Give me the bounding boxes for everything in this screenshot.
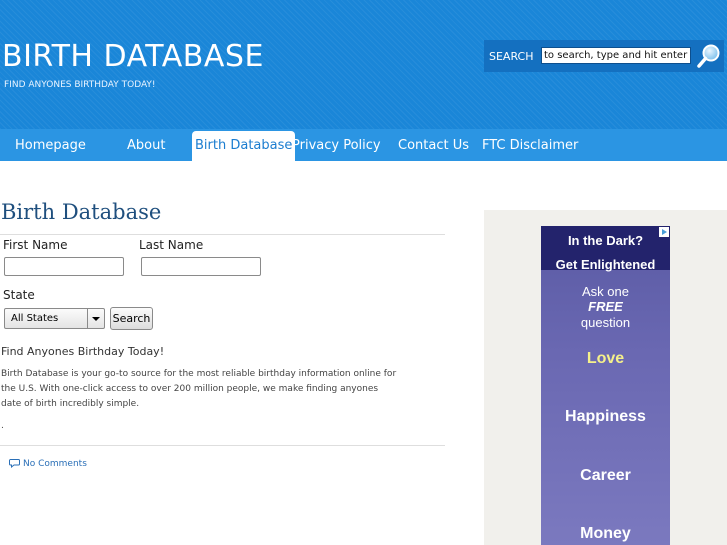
nav-ftc-disclaimer[interactable]: FTC Disclaimer <box>482 129 578 161</box>
nav-privacy-policy[interactable]: Privacy Policy <box>292 129 381 161</box>
post-divider <box>0 445 445 446</box>
first-name-label: First Name <box>3 238 68 252</box>
sidebar: In the Dark? Get Enlightened Ask one FRE… <box>484 210 727 545</box>
trailing-dot: . <box>1 421 4 431</box>
page-title: Birth Database <box>1 200 162 224</box>
intro-text: Find Anyones Birthday Today! <box>1 345 165 358</box>
ad-headline-2: Get Enlightened <box>555 257 656 272</box>
first-name-field[interactable] <box>4 257 124 276</box>
description-text: Birth Database is your go-to source for … <box>1 369 397 409</box>
nav-homepage[interactable]: Homepage <box>15 129 86 161</box>
site-tagline: FIND ANYONES BIRTHDAY TODAY! <box>4 80 156 90</box>
ad-headline-1: In the Dark? <box>567 233 644 248</box>
ad-topic-money: Money <box>580 525 631 542</box>
header-search: SEARCH <box>484 40 724 72</box>
ad-ask-line-3: question <box>580 315 631 330</box>
search-input[interactable] <box>541 47 691 64</box>
ad-topic-happiness: Happiness <box>565 408 646 425</box>
main-nav: Homepage About Birth Database Privacy Po… <box>0 129 727 161</box>
sidebar-ad[interactable]: In the Dark? Get Enlightened Ask one FRE… <box>541 226 670 545</box>
last-name-label: Last Name <box>139 238 204 252</box>
ad-topic-love: Love <box>586 350 625 367</box>
ad-topic-career: Career <box>580 467 631 484</box>
site-title[interactable]: BIRTH DATABASE <box>2 40 264 74</box>
search-label: SEARCH <box>489 50 534 63</box>
ad-ask-line-1: Ask one <box>582 284 629 299</box>
title-divider <box>0 234 445 235</box>
nav-contact-us[interactable]: Contact Us <box>398 129 469 161</box>
last-name-field[interactable] <box>141 257 261 276</box>
ad-ask-line-2: FREE <box>588 299 623 314</box>
magnifier-icon <box>697 44 720 68</box>
chevron-down-icon <box>87 309 104 328</box>
state-select-value: All States <box>11 313 59 324</box>
comments-link[interactable]: No Comments <box>9 458 87 469</box>
ad-choices-icon[interactable] <box>659 227 669 237</box>
search-button[interactable] <box>696 43 722 69</box>
birth-search-button[interactable]: Search <box>110 307 153 330</box>
state-select[interactable]: All States <box>4 308 105 329</box>
comments-link-label: No Comments <box>23 459 87 469</box>
nav-birth-database[interactable]: Birth Database <box>192 131 296 161</box>
nav-about[interactable]: About <box>127 129 165 161</box>
speech-bubble-icon <box>9 459 20 469</box>
state-label: State <box>3 288 35 302</box>
site-header: BIRTH DATABASE FIND ANYONES BIRTHDAY TOD… <box>0 0 727 129</box>
